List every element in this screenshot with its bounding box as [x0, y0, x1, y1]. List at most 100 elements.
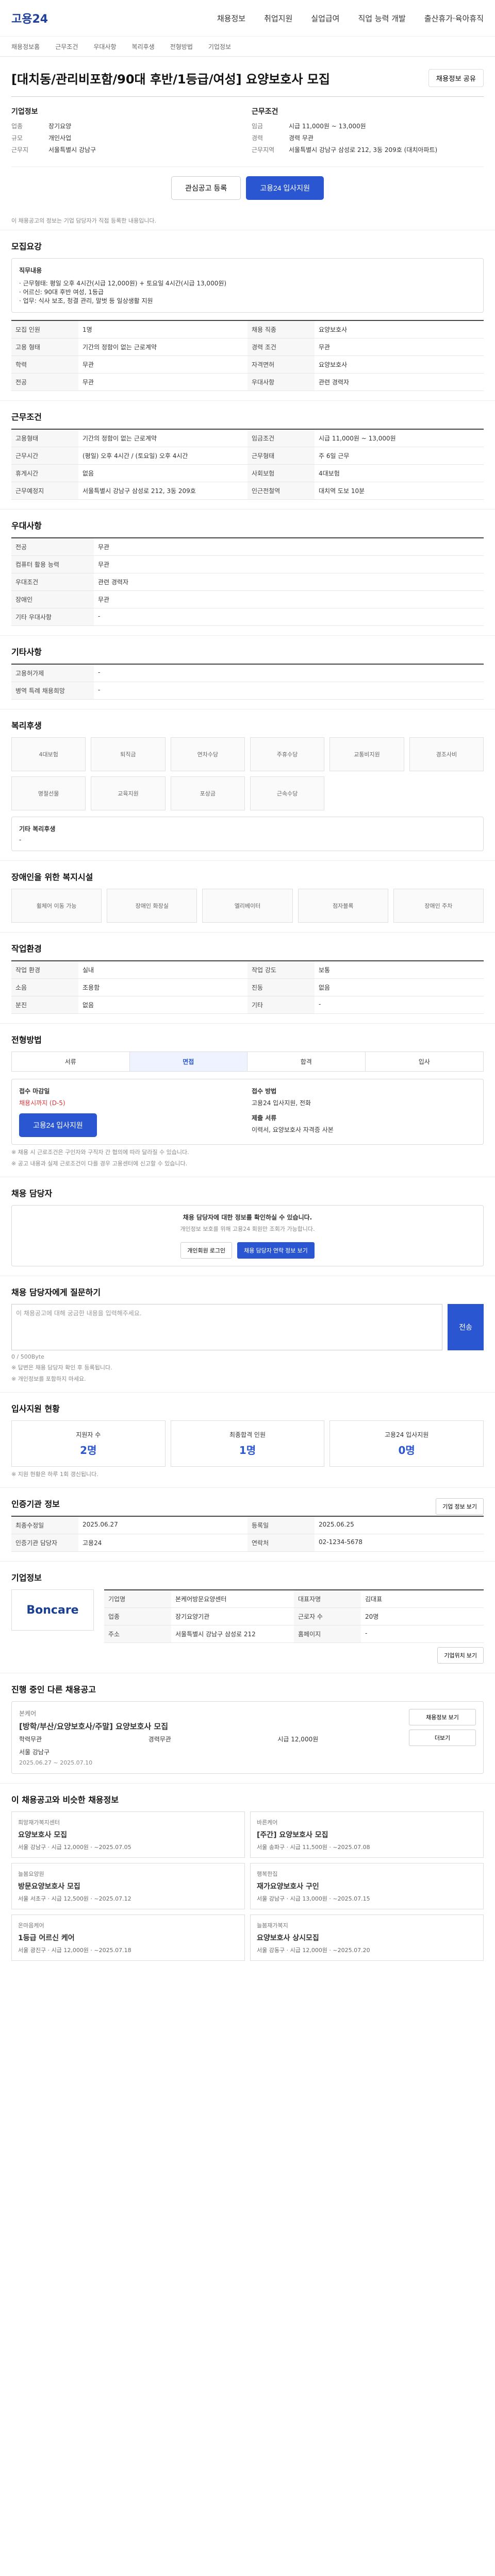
recruit-cell: 채용 직종 [248, 321, 315, 338]
top-header: 고용24 채용정보 취업지원 실업급여 직업 능력 개발 출산휴가·육아휴직 채… [0, 0, 495, 57]
benefit-item: 교육지원 [91, 776, 166, 810]
contact-subtext: 개인정보 보호를 위해 고용24 회원만 조회가 가능합니다. [180, 1226, 315, 1232]
other-cell: 고용허가제 [11, 665, 94, 682]
brand-logo[interactable]: 고용24 [11, 10, 48, 26]
benefit-item: 주휴수당 [250, 737, 325, 771]
related-dates: 2025.06.27 ~ 2025.07.10 [19, 1759, 93, 1766]
login-button[interactable]: 개인회원 로그인 [180, 1242, 233, 1259]
recommend-job-title[interactable]: [주간] 요양보호사 모집 [257, 1829, 477, 1840]
recommend-card[interactable]: 늘봄요양원 방문요양보호사 모집 서울 서초구 · 시급 12,500원 · ~20… [11, 1863, 245, 1909]
recommend-job-title[interactable]: 1등급 어르신 케어 [18, 1933, 238, 1943]
condition-cell: 근무시간 [11, 447, 78, 464]
question-input[interactable]: 이 채용공고에 대해 궁금한 내용을 입력해주세요. [11, 1304, 442, 1350]
apply-now-button[interactable]: 고용24 입사지원 [19, 1113, 97, 1137]
recruit-cell: 무관 [319, 344, 331, 351]
related-more-button[interactable]: 더보기 [409, 1730, 476, 1746]
save-job-button[interactable]: 관심공고 등록 [171, 176, 241, 200]
preferences-table: 전공 무관 컴퓨터 활용 능력 무관 우대조건 관련 경력자 장애인 무관 기타 우대사… [11, 537, 484, 626]
benefit-item: 근속수당 [250, 776, 325, 810]
contact-box: 채용 담당자에 대한 정보를 확인하실 수 있습니다. 개인정보 보호를 위해 … [11, 1205, 484, 1266]
nav-item-3[interactable]: 실업급여 [311, 13, 339, 24]
company-kv-1: 업종 장기요양 [11, 122, 243, 130]
condition-cell: 사회보험 [248, 465, 315, 482]
company-map-button[interactable]: 기업위치 보기 [437, 1647, 484, 1664]
nav-item-1[interactable]: 채용정보 [217, 13, 245, 24]
recruit-section: 모집요강 직무내용 · 근무형태: 평일 오후 4시간(시급 12,000원) … [0, 230, 495, 400]
question-send-button[interactable]: 전송 [448, 1304, 484, 1350]
benefit-item: 퇴직금 [91, 737, 166, 771]
recruit-summary-title: 근무조건 [252, 108, 278, 116]
contact-info-button[interactable]: 채용 담당자 연락 정보 보기 [237, 1242, 315, 1259]
job-summary: [대치동/관리비포함/90대 후반/1등급/여성] 요양보호사 모집 채용정보 … [0, 57, 495, 230]
recommend-job-title[interactable]: 요양보호사 상시모집 [257, 1933, 477, 1943]
sub-nav-item-4[interactable]: 복리후생 [132, 42, 155, 51]
related-meta-item: 경력무관 [148, 1736, 171, 1743]
recommend-job-title[interactable]: 요양보호사 모집 [18, 1829, 238, 1840]
main-nav: 채용정보 취업지원 실업급여 직업 능력 개발 출산휴가·육아휴직 [217, 13, 484, 24]
pref-row-3: 우대조건 관련 경력자 [11, 573, 484, 591]
sub-nav-item-5[interactable]: 전형방법 [170, 42, 193, 51]
nav-item-2[interactable]: 취업지원 [264, 13, 292, 24]
recommend-card[interactable]: 온마음케어 1등급 어르신 케어 서울 광진구 · 시급 12,000원 · ~20… [11, 1914, 245, 1961]
selection-step-active: 면접 [129, 1052, 248, 1071]
env-row-1: 작업 환경 실내 작업 강도 보통 [11, 961, 484, 979]
sub-nav-item-6[interactable]: 기업정보 [208, 42, 231, 51]
company-info-button[interactable]: 기업 정보 보기 [436, 1498, 484, 1515]
sub-nav: 채용정보홈 근무조건 우대사항 복리후생 전형방법 기업정보 [0, 36, 495, 57]
recommend-job-title[interactable]: 재가요양보호사 구인 [257, 1881, 477, 1891]
recruit-cell: 우대사항 [248, 374, 315, 391]
pref-cell: 장애인 [11, 591, 94, 608]
nav-item-5[interactable]: 출산휴가·육아휴직 [424, 13, 484, 24]
selection-note-2: ※ 공고 내용과 실제 근로조건이 다를 경우 고용센터에 신고할 수 있습니다… [11, 1160, 188, 1167]
nav-item-4[interactable]: 직업 능력 개발 [358, 13, 405, 24]
recruit-info-cell: 최종수정일 [11, 1517, 78, 1534]
condition-cell: 4대보험 [319, 470, 340, 477]
recommend-card[interactable]: 바른케어 [주간] 요양보호사 모집 서울 송파구 · 시급 11,500원 · ~… [250, 1811, 484, 1858]
other-cell: - [98, 686, 101, 693]
sub-nav-item-3[interactable]: 우대사항 [93, 42, 116, 51]
recruit-info-cell: 등록일 [248, 1517, 315, 1534]
apply-method: 고용24 입사지원, 전화 [252, 1099, 311, 1107]
recruit-cell: 1명 [82, 326, 92, 333]
share-button[interactable]: 채용정보 공유 [428, 69, 484, 87]
recruit-info-title: 인증기관 정보 [11, 1499, 60, 1509]
recommend-job-title[interactable]: 방문요양보호사 모집 [18, 1881, 238, 1891]
pref-cell: 무관 [98, 561, 110, 568]
recruit-row-2: 고용 형태 기간의 정함이 없는 근로계약 경력 조건 무관 [11, 338, 484, 356]
condition-cell: 대치역 도보 10분 [319, 487, 365, 495]
condition-row-4: 근무예정지 서울특별시 강남구 삼성로 212, 3동 209호 인근전철역 대치역 … [11, 482, 484, 500]
etc-benefits-value: - [19, 836, 22, 843]
recruit-table: 모집 인원 1명 채용 직종 요양보호사 고용 형태 기간의 정함이 없는 근로계약 경력… [11, 320, 484, 391]
recruit-kv-2-label: 경력 [252, 134, 263, 142]
status-section: 입사지원 현황 지원자 수 2명 최종합격 인원 1명 고용24 입사지원 0명 ※ … [0, 1392, 495, 1487]
company-kv-1-value: 장기요양 [48, 123, 72, 130]
sub-nav-item-1[interactable]: 채용정보홈 [11, 42, 40, 51]
job-notice: 이 채용공고의 정보는 기업 담당자가 직접 등록한 내용입니다. [11, 217, 156, 224]
apply-method-title: 접수 방법 [252, 1088, 277, 1095]
job-description-line-2: · 어르신: 90대 후반 여성, 1등급 [19, 289, 104, 296]
status-title: 입사지원 현황 [11, 1404, 60, 1414]
related-view-button[interactable]: 채용정보 보기 [409, 1709, 476, 1725]
question-section: 채용 담당자에게 질문하기 이 채용공고에 대해 궁금한 내용을 입력해주세요.… [0, 1276, 495, 1392]
recommend-card[interactable]: 행복한집 재가요양보호사 구인 서울 강남구 · 시급 13,000원 · ~202… [250, 1863, 484, 1909]
page: 고용24 채용정보 취업지원 실업급여 직업 능력 개발 출산휴가·육아휴직 채… [0, 0, 495, 2032]
status-label: 최종합격 인원 [229, 1431, 266, 1438]
recruit-info-cell: 연락처 [248, 1534, 315, 1551]
recruit-info-row-2: 인증기관 담당자 고용24 연락처 02-1234-5678 [11, 1534, 484, 1552]
recommend-card[interactable]: 늘봄재가복지 요양보호사 상시모집 서울 강동구 · 시급 12,000원 · ~2… [250, 1914, 484, 1961]
related-job-title[interactable]: [방학/부산/요양보호사/주말] 요양보호사 모집 [19, 1721, 403, 1732]
company-kv-2-label: 규모 [11, 134, 23, 142]
other-title: 기타사항 [11, 647, 42, 657]
recommend-meta: 서울 강남구 · 시급 13,000원 · ~2025.07.15 [257, 1895, 370, 1902]
selection-section: 전형방법 서류 면접 합격 입사 접수 마감일 채용시까지 (D-5) 고용24… [0, 1023, 495, 1177]
company-kv-3: 근무지 서울특별시 강남구 [11, 145, 243, 154]
env-cell: 없음 [319, 984, 331, 991]
recruit-cell: 요양보호사 [319, 326, 348, 333]
recruit-cell: 요양보호사 [319, 361, 348, 368]
docs-value: 이력서, 요양보호사 자격증 사본 [252, 1126, 334, 1133]
company-section: 기업정보 Boncare 기업명 본케어방문요양센터 대표자명 김대표 업종 장기요양기… [0, 1561, 495, 1673]
contact-actions: 개인회원 로그인 채용 담당자 연락 정보 보기 [19, 1233, 476, 1259]
apply-button[interactable]: 고용24 입사지원 [246, 176, 324, 200]
sub-nav-item-2[interactable]: 근무조건 [55, 42, 78, 51]
recommend-card[interactable]: 희망재가복지센터 요양보호사 모집 서울 강남구 · 시급 12,000원 · ~2… [11, 1811, 245, 1858]
